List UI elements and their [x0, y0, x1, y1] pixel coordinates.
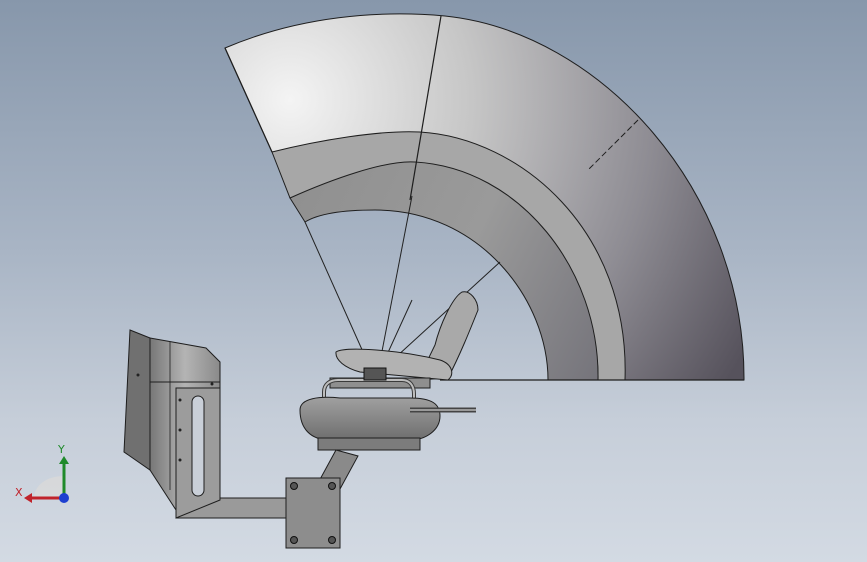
graphics-viewport[interactable]: X Y [0, 0, 867, 562]
seat-base-plate [317, 437, 421, 451]
mount-bolt [290, 536, 298, 544]
mounting-plate[interactable] [285, 477, 341, 549]
axis-triad: X Y [10, 440, 80, 510]
panel-rivet [210, 382, 214, 386]
axis-triad-graphic [24, 456, 69, 503]
side-panel [123, 329, 151, 471]
panel-rivet [178, 428, 182, 432]
mount-bolt [328, 482, 336, 490]
panel-rivet [136, 373, 140, 377]
seat-base [299, 396, 441, 441]
x-axis-label: X [15, 486, 23, 499]
cable-center [377, 195, 413, 373]
side-bracket[interactable] [123, 329, 221, 519]
bracket-slot [191, 395, 205, 497]
cad-model-view[interactable] [0, 0, 867, 562]
y-axis-label: Y [58, 443, 65, 456]
z-axis-dot [59, 493, 69, 503]
xy-plane-icon [34, 476, 64, 498]
cable-hub [363, 367, 387, 381]
panel-rivet [178, 398, 182, 402]
dome-screen[interactable] [224, 13, 745, 381]
mount-bolt [290, 482, 298, 490]
mount-bolt [328, 536, 336, 544]
panel-rivet [178, 458, 182, 462]
